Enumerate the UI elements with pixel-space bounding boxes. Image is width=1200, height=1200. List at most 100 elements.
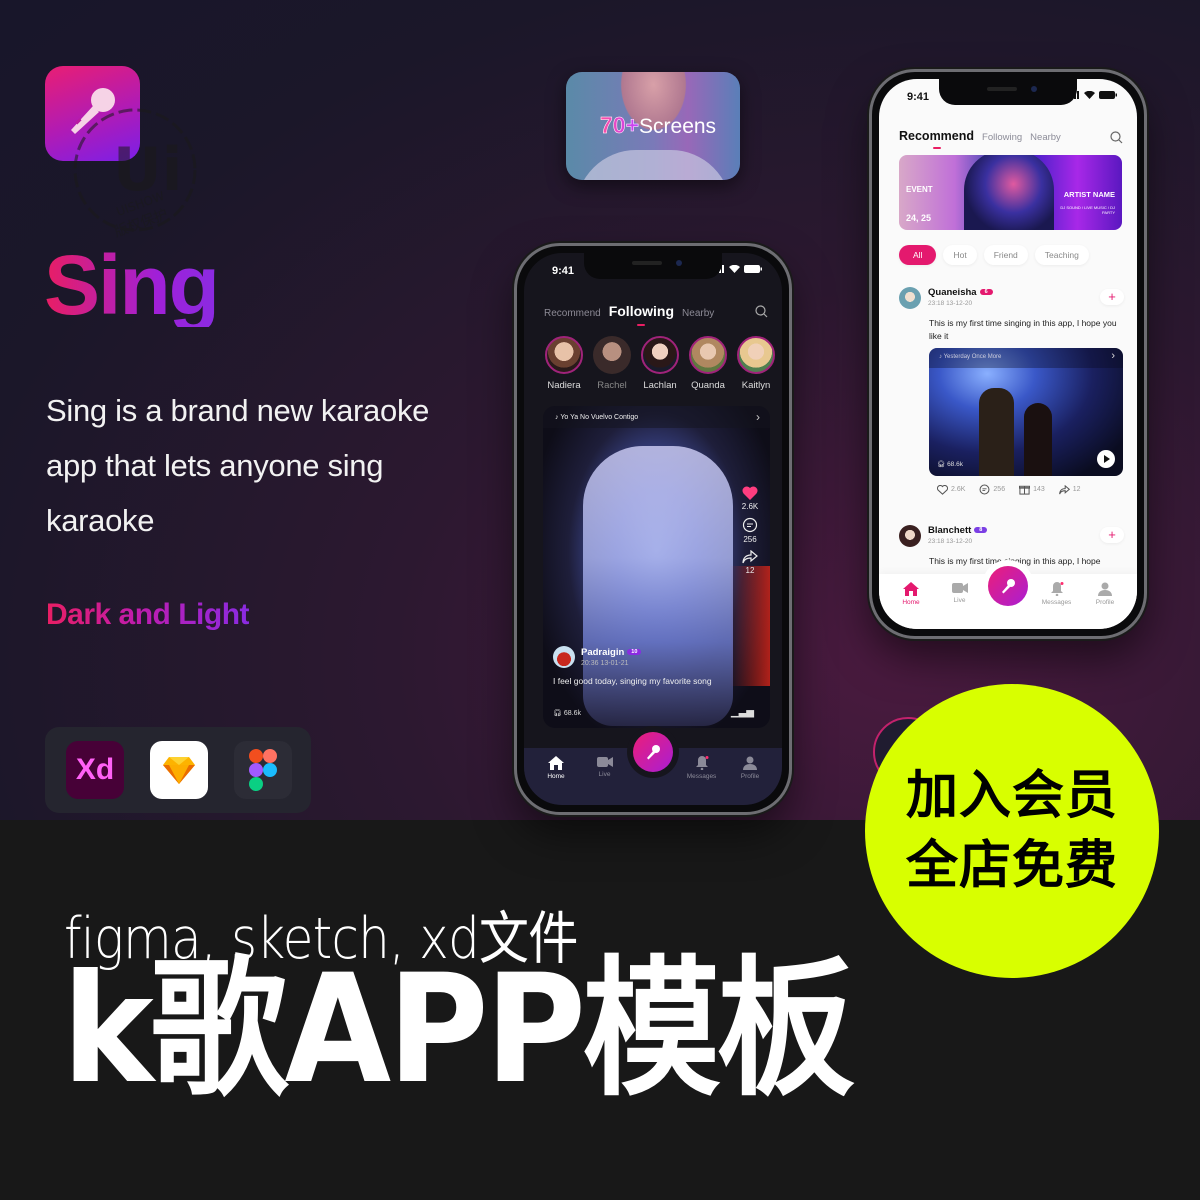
play-button[interactable] [1097,450,1115,468]
tab-nearby[interactable]: Nearby [1030,132,1061,143]
tab-following[interactable]: Following [982,132,1022,143]
song-bar[interactable]: ♪ Yo Ya No Vuelvo Contigo › [543,406,770,428]
nav-label: Home [902,599,920,606]
tab-recommend[interactable]: Recommend [899,129,974,149]
avatar [545,336,583,374]
tab-nearby[interactable]: Nearby [682,308,714,319]
gift-icon [1019,485,1031,495]
search-icon[interactable] [1110,131,1123,144]
post-date: 23:18 13-12-20 [928,538,973,545]
play-count: 🎧︎ 68.6k [937,460,963,468]
chip-all[interactable]: All [899,245,937,265]
share-icon [1058,484,1070,494]
avatar [593,336,631,374]
level-badge: 8 [974,527,988,534]
banner-event: EVENT [906,185,933,194]
user-name[interactable]: Padraigin [581,647,624,658]
nav-label: Messages [1041,599,1072,606]
post-date: 20:36 13-01-21 [581,660,629,667]
like-count: 2.6K [951,486,966,493]
brand-title: Sing [44,238,220,332]
screens-text: Screens [639,115,717,138]
screens-label: 70+Screens [600,112,716,139]
post-message: This is my first time singing in this ap… [929,318,1117,341]
figma-icon [234,741,292,799]
chip-hot[interactable]: Hot [943,245,977,265]
promo-line1: 加入会员 [905,766,1118,826]
song-title: Yesterday Once More [943,354,1002,360]
story-item[interactable]: Rachel [592,336,632,391]
bottom-nav: Home Live Messages Profile [524,732,782,805]
battery-icon [1099,91,1117,99]
singer [1024,403,1052,476]
tab-following[interactable]: Following [609,303,674,326]
story-item[interactable]: Nadiera [544,336,584,391]
play-count-value: 68.6k [947,461,963,468]
story-item[interactable]: Kaitlyn [736,336,776,391]
chip-teaching[interactable]: Teaching [1034,245,1089,265]
video-icon [951,583,968,593]
light-screen: 9:41 Recommend Following Nearby EVENT 24… [879,79,1137,629]
screens-count: 70+ [600,112,640,139]
nav-messages[interactable]: Messages [680,756,724,780]
song-bar[interactable]: ♪ Yesterday Once More › [929,348,1123,368]
post-date: 23:18 13-12-20 [928,300,973,307]
heart-icon [937,484,948,495]
event-banner[interactable]: EVENT 24, 25 ARTIST NAME DJ SOUND / LIVE… [899,155,1122,230]
stories-row: Nadiera Rachel Lachlan Quanda Kaitlyn G [544,336,782,391]
share-button[interactable]: 12 [1058,484,1081,495]
nav-messages[interactable]: Messages [1035,582,1079,606]
nav-profile[interactable]: Profile [1083,582,1127,606]
equalizer-icon[interactable]: ▁▃▅ [731,707,754,718]
tab-recommend[interactable]: Recommend [544,308,601,319]
nav-home[interactable]: Home [534,756,578,780]
avatar[interactable] [899,525,921,547]
headphones-icon: 🎧︎ [553,710,564,717]
comment-button[interactable]: 256 [736,517,764,544]
chevron-right-icon: › [1111,350,1115,362]
adobe-xd-icon: Xd [66,741,124,799]
nav-home[interactable]: Home [889,582,933,606]
performance-video[interactable]: ♪ Yesterday Once More › 🎧︎ 68.6k [929,348,1123,476]
story-item[interactable]: Quanda [688,336,728,391]
gift-button[interactable]: 143 [1019,484,1045,495]
chevron-right-icon: › [756,410,760,424]
performance-card[interactable]: ♪ Yo Ya No Vuelvo Contigo › 2.6K 256 12 P… [543,406,770,728]
like-button[interactable]: 2.6K [937,484,965,495]
model-shirt [576,150,731,180]
promo-poster: Ui UISHOW 版权保护 Sing Sing is a brand new … [0,0,1200,1200]
user-name[interactable]: Blanchett [928,525,971,536]
nav-label: Live [953,597,966,604]
share-button[interactable]: 12 [736,549,764,575]
follow-button[interactable]: + [1100,289,1124,305]
share-count: 12 [1072,486,1081,493]
post-stats: 2.6K 256 143 12 [937,484,1081,495]
comment-button[interactable]: 256 [979,484,1005,495]
nav-live[interactable]: Live [938,582,982,606]
chip-friend[interactable]: Friend [983,245,1028,265]
story-name: Quanda [691,380,725,391]
story-name: Kaitlyn [741,380,771,391]
comment-count: 256 [993,486,1006,493]
like-button[interactable]: 2.6K [736,486,764,511]
post-message: I feel good today, singing my favorite s… [553,676,712,686]
home-icon [903,582,919,596]
avatar[interactable] [899,287,921,309]
search-icon[interactable] [755,305,768,318]
status-time: 9:41 [552,265,575,277]
wifi-icon [729,265,740,273]
headphones-icon: 🎧︎ [937,461,948,468]
nav-profile[interactable]: Profile [728,756,772,780]
story-item[interactable]: Lachlan [640,336,680,391]
phone-light-mode: 9:41 Recommend Following Nearby EVENT 24… [869,69,1147,639]
avatar [737,336,775,374]
avatar[interactable] [553,646,575,668]
membership-promo-badge[interactable]: 加入会员 全店免费 [865,684,1159,978]
modes-label: Dark and Light [46,598,250,631]
nav-live[interactable]: Live [583,756,627,780]
product-headline: k歌APP模板 [62,943,855,1117]
follow-button[interactable]: + [1100,527,1124,543]
user-name[interactable]: Quaneisha [928,287,977,298]
user-icon [743,756,757,770]
nav-label: Profile [1095,599,1115,606]
